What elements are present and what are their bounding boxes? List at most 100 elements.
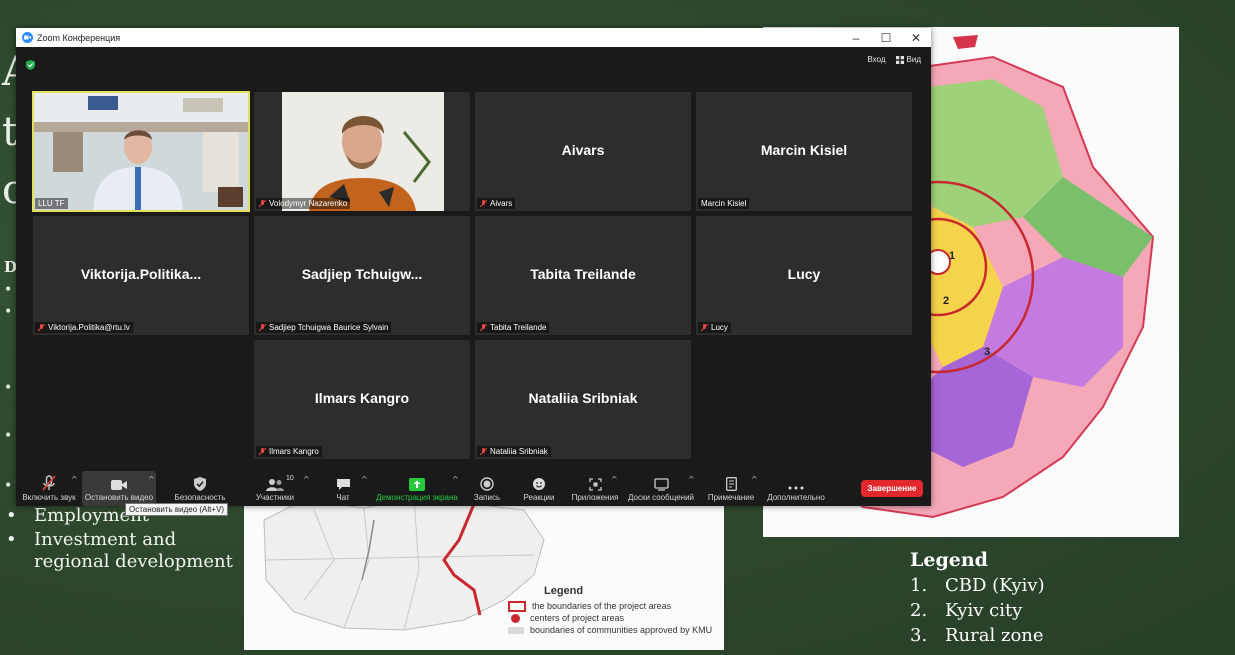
muted-mic-icon <box>701 323 708 331</box>
participant-tile[interactable]: Aivars Aivars <box>475 92 691 211</box>
participant-display-name: Aivars <box>561 142 605 158</box>
participant-tile[interactable]: Marcin Kisiel Marcin Kisiel <box>696 92 912 211</box>
emoji-icon <box>532 471 546 491</box>
audio-options-caret[interactable]: ^ <box>71 475 78 484</box>
apps-options-caret[interactable]: ^ <box>611 475 618 484</box>
participant-name-label: Viktorija.Politika@rtu.lv <box>35 322 133 333</box>
slide-bullet-dot: • <box>4 478 13 494</box>
participant-video <box>33 92 249 211</box>
slide-bullet-dot: • <box>4 428 13 444</box>
participant-name-label: Tabita Treilande <box>477 322 550 333</box>
stop-video-button[interactable]: Остановить видео <box>82 471 156 506</box>
participant-name-label: Volodymyr Nazarenko <box>256 198 351 209</box>
legend-item: 2. Kyiv city <box>910 600 1023 621</box>
share-screen-icon <box>409 471 425 491</box>
muted-mic-icon <box>480 447 487 455</box>
view-button[interactable]: Вид <box>895 55 921 64</box>
legend-item: centers of project areas <box>508 612 712 624</box>
slide-bullet-dot: • <box>4 304 13 320</box>
encryption-shield-icon[interactable] <box>26 55 35 74</box>
zoom-meeting-window: Zoom Конференция – ☐ ✕ Вход Вид LLU TF V… <box>16 28 931 506</box>
maximize-icon[interactable]: ☐ <box>871 31 901 45</box>
legend-item: boundaries of communities approved by KM… <box>508 624 712 636</box>
map-zone-number: 3 <box>984 346 990 358</box>
legend-item: 1. CBD (Kyiv) <box>910 575 1045 596</box>
participants-icon: 10 <box>266 471 294 491</box>
muted-mic-icon <box>259 323 266 331</box>
participant-display-name: Lucy <box>787 266 821 282</box>
whiteboards-options-caret[interactable]: ^ <box>688 475 695 484</box>
meeting-toolbar: Включить звук ^ Остановить видео ^ Безоп… <box>16 471 931 506</box>
share-screen-button[interactable]: Демонстрация экрана <box>374 471 460 506</box>
participant-tile[interactable]: Sadjiep Tchuigw... Sadjiep Tchuigwa Baur… <box>254 216 470 335</box>
participants-count: 10 <box>286 475 294 482</box>
security-shield-icon <box>194 471 206 491</box>
zoom-logo-icon <box>22 32 33 43</box>
window-title: Zoom Конференция <box>37 32 121 43</box>
participant-tile[interactable]: Viktorija.Politika... Viktorija.Politika… <box>33 216 249 335</box>
whiteboards-button[interactable]: Доски сообщений <box>627 471 695 506</box>
participant-tile[interactable]: Volodymyr Nazarenko <box>254 92 470 211</box>
region-map-legend: Legend 1. CBD (Kyiv) 2. Kyiv city 3. Rural … <box>910 549 1045 648</box>
participant-video <box>254 92 470 211</box>
muted-mic-icon <box>259 447 266 455</box>
participant-display-name: Ilmars Kangro <box>314 390 410 406</box>
record-icon <box>480 471 494 491</box>
more-button[interactable]: Дополнительно <box>766 471 826 506</box>
apps-icon <box>588 471 602 491</box>
muted-mic-icon <box>480 199 487 207</box>
participant-name-label: Marcin Kisiel <box>698 198 750 209</box>
security-button[interactable]: Безопасность <box>174 471 226 506</box>
chat-options-caret[interactable]: ^ <box>361 475 368 484</box>
participant-tile[interactable]: Tabita Treilande Tabita Treilande <box>475 216 691 335</box>
muted-mic-icon <box>42 471 56 491</box>
project-map-legend: Legend the boundaries of the project are… <box>508 585 712 636</box>
unmute-button[interactable]: Включить звук <box>20 471 78 506</box>
legend-swatch <box>508 600 526 612</box>
video-camera-icon <box>111 471 127 491</box>
meeting-topbar: Вход Вид <box>16 47 931 73</box>
legend-item: the boundaries of the project areas <box>508 600 712 612</box>
participant-name-label: Lucy <box>698 322 731 333</box>
participant-display-name: Nataliia Sribniak <box>528 390 638 406</box>
record-button[interactable]: Запись <box>470 471 504 506</box>
muted-mic-icon <box>38 323 45 331</box>
enter-button[interactable]: Вход <box>867 55 885 64</box>
video-options-caret[interactable]: ^ <box>148 475 155 484</box>
slide-bullet-dot: • <box>4 282 13 298</box>
end-meeting-button[interactable]: Завершение <box>861 480 923 497</box>
participant-name-label: Aivars <box>477 198 516 209</box>
notes-options-caret[interactable]: ^ <box>751 475 758 484</box>
legend-title: Legend <box>910 549 988 571</box>
slide-bullet: • Investment and <box>6 529 177 550</box>
stop-video-tooltip: Остановить видео (Alt+V) <box>125 503 229 516</box>
legend-swatch <box>508 626 524 634</box>
participant-name-label: Ilmars Kangro <box>256 446 322 457</box>
window-titlebar[interactable]: Zoom Конференция – ☐ ✕ <box>16 28 931 47</box>
participant-name-label: LLU TF <box>35 198 68 209</box>
participants-options-caret[interactable]: ^ <box>303 475 310 484</box>
participant-tile[interactable]: LLU TF <box>32 91 250 212</box>
chat-bubble-icon <box>336 471 351 491</box>
participant-tile[interactable]: Lucy Lucy <box>696 216 912 335</box>
minimize-icon[interactable]: – <box>841 31 871 45</box>
participant-display-name: Tabita Treilande <box>530 266 636 282</box>
more-dots-icon <box>788 471 804 491</box>
whiteboard-icon <box>653 471 669 491</box>
muted-mic-icon <box>259 199 266 207</box>
legend-title: Legend <box>544 585 584 597</box>
participant-display-name: Viktorija.Politika... <box>80 266 202 282</box>
participants-button[interactable]: 10 Участники <box>250 471 300 506</box>
participant-tile[interactable]: Nataliia Sribniak Nataliia Sribniak <box>475 340 691 459</box>
participant-display-name: Marcin Kisiel <box>760 142 848 158</box>
reactions-button[interactable]: Реакции <box>521 471 557 506</box>
legend-item: 3. Rural zone <box>910 625 1044 646</box>
participant-display-name: Sadjiep Tchuigw... <box>301 266 423 282</box>
participant-tile[interactable]: Ilmars Kangro Ilmars Kangro <box>254 340 470 459</box>
participant-name-label: Nataliia Sribniak <box>477 446 551 457</box>
chat-button[interactable]: Чат <box>328 471 358 506</box>
legend-swatch <box>511 613 520 623</box>
close-icon[interactable]: ✕ <box>901 31 931 45</box>
share-options-caret[interactable]: ^ <box>452 475 459 484</box>
notes-button[interactable]: Примечание <box>706 471 756 506</box>
